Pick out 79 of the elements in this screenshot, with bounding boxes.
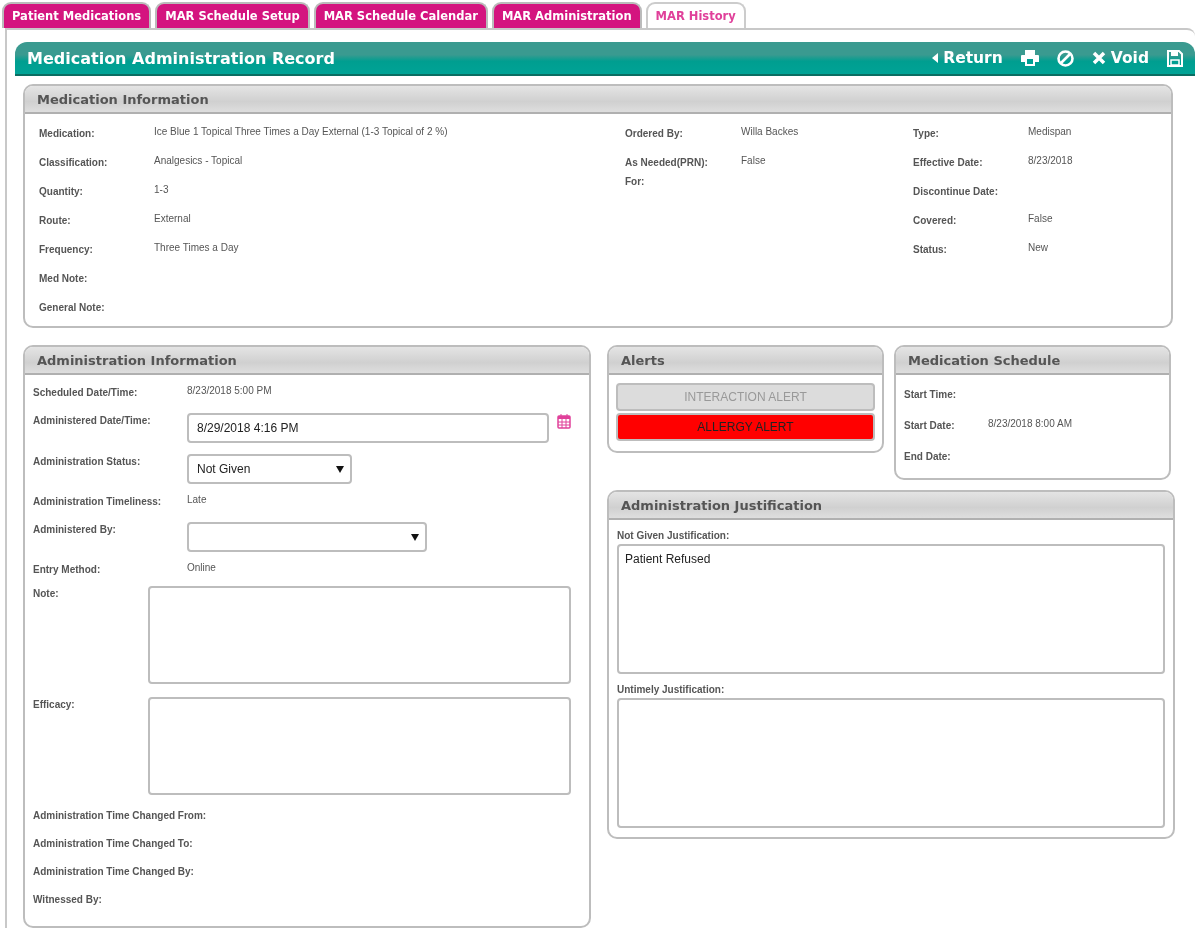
- field-label: As Needed(PRN):: [625, 156, 709, 170]
- tab[interactable]: MAR History: [645, 2, 746, 28]
- field-label: Discontinue Date:: [913, 185, 999, 199]
- field-label: Efficacy:: [33, 698, 76, 710]
- tab[interactable]: MAR Schedule Setup: [155, 2, 310, 28]
- field-label: End Date:: [904, 450, 952, 464]
- panel-title: Alerts: [609, 347, 882, 375]
- cancel-button[interactable]: [1056, 49, 1074, 67]
- save-button[interactable]: [1167, 49, 1183, 67]
- field-value: External: [154, 213, 192, 226]
- field-value: False: [741, 155, 767, 168]
- tab[interactable]: Patient Medications: [2, 2, 152, 28]
- page-title: Medication Administration Record: [27, 48, 336, 68]
- field-value: Willa Backes: [741, 126, 800, 139]
- tab[interactable]: MAR Schedule Calendar: [313, 2, 488, 28]
- field-value: Late: [187, 494, 208, 505]
- field-label: Classification:: [39, 156, 109, 170]
- field-label: Entry Method:: [33, 563, 102, 575]
- field-label: Status:: [913, 243, 948, 257]
- text-area[interactable]: [148, 697, 571, 795]
- save-icon: [1167, 49, 1183, 67]
- return-button[interactable]: Return: [932, 49, 1003, 67]
- field-label: Med Note:: [39, 272, 89, 286]
- field-value: 8/23/2018 8:00 AM: [988, 418, 1073, 431]
- field-label: Start Time:: [904, 388, 958, 402]
- field-label: Quantity:: [39, 185, 84, 199]
- void-button[interactable]: Void: [1091, 49, 1149, 67]
- field-label: Effective Date:: [913, 156, 984, 170]
- field-label: Route:: [39, 214, 72, 228]
- field-value: 1-3: [154, 184, 170, 197]
- field-label: For:: [625, 175, 646, 189]
- field-label: Note:: [33, 587, 60, 599]
- panel-title: Medication Information: [25, 86, 1171, 114]
- field-value: Medispan: [1028, 126, 1073, 139]
- field-value: 8/23/2018: [1028, 155, 1074, 168]
- text-area[interactable]: Patient Refused: [617, 544, 1165, 674]
- field-value: 8/23/2018 5:00 PM: [187, 385, 273, 396]
- field-value: Ice Blue 1 Topical Three Times a Day External (1-3 Topical of 2 %): [154, 126, 449, 139]
- panel-title: Administration Justification: [609, 492, 1173, 520]
- field-label: Administration Time Changed From:: [33, 809, 208, 821]
- date-time-field[interactable]: 8/29/2018 4:16 PM: [187, 413, 549, 443]
- text-area[interactable]: [148, 586, 571, 684]
- field-label: General Note:: [39, 301, 106, 315]
- dropdown-arrow-icon: [411, 533, 419, 541]
- field-value: New: [1028, 242, 1049, 255]
- field-label: Covered:: [913, 214, 958, 228]
- panel-title: Administration Information: [25, 347, 589, 375]
- text-area[interactable]: [617, 698, 1165, 828]
- field-value: Online: [187, 562, 217, 573]
- field-label: Type:: [913, 127, 940, 141]
- field-label: Witnessed By:: [33, 893, 103, 905]
- dropdown[interactable]: Not Given: [187, 454, 352, 484]
- field-label: Administration Time Changed To:: [33, 837, 194, 849]
- field-label: Administered By:: [33, 523, 117, 535]
- printer-icon: [1020, 50, 1039, 66]
- field-label: Administration Status:: [33, 455, 142, 467]
- field-value: False: [1028, 213, 1054, 226]
- alert-button[interactable]: ALLERGY ALERT: [616, 413, 875, 441]
- field-label: Administration Timeliness:: [33, 495, 163, 507]
- field-label: Untimely Justification:: [617, 684, 726, 695]
- field-value: Analgesics - Topical: [154, 155, 244, 168]
- calendar-icon[interactable]: [557, 414, 571, 429]
- field-label: Administered Date/Time:: [33, 414, 152, 426]
- panel-title: Medication Schedule: [896, 347, 1169, 375]
- print-button[interactable]: [1020, 50, 1039, 66]
- dropdown[interactable]: [187, 522, 427, 552]
- field-label: Administration Time Changed By:: [33, 865, 195, 877]
- field-label: Frequency:: [39, 243, 94, 257]
- cancel-icon: [1056, 49, 1074, 67]
- close-icon: [1091, 51, 1106, 65]
- field-value: Three Times a Day: [154, 242, 240, 255]
- field-label: Start Date:: [904, 419, 956, 433]
- tab[interactable]: MAR Administration: [491, 2, 642, 28]
- field-label: Ordered By:: [625, 127, 684, 141]
- dropdown-arrow-icon: [336, 465, 344, 473]
- caret-icon: [932, 53, 939, 63]
- field-label: Not Given Justification:: [617, 530, 731, 541]
- field-label: Scheduled Date/Time:: [33, 386, 139, 398]
- field-label: Medication:: [39, 127, 96, 141]
